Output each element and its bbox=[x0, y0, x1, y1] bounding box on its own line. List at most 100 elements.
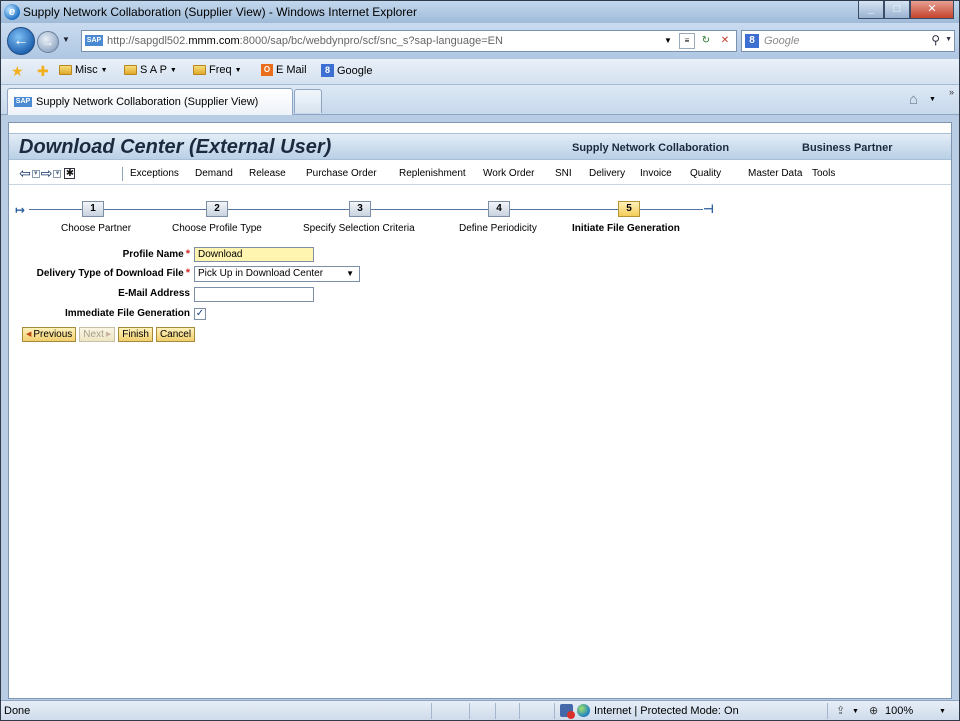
page-title: Download Center (External User) bbox=[19, 136, 332, 158]
recent-pages-dropdown[interactable]: ▼ bbox=[62, 35, 70, 44]
roadmap-label-2[interactable]: Choose Profile Type bbox=[172, 223, 262, 234]
favorite-google[interactable]: 8 Google bbox=[321, 64, 372, 77]
roadmap-step-4[interactable]: 4 bbox=[488, 201, 510, 217]
search-icon[interactable]: ⚲ bbox=[931, 33, 940, 47]
tab-label: Supply Network Collaboration (Supplier V… bbox=[36, 96, 259, 108]
roadmap: ↦ 1 Choose Partner 2 Choose Profile Type… bbox=[9, 197, 951, 239]
roadmap-label-3[interactable]: Specify Selection Criteria bbox=[303, 223, 415, 234]
menu-item-replenishment[interactable]: Replenishment bbox=[399, 168, 466, 179]
zoom-level[interactable]: 100% bbox=[885, 705, 913, 717]
maximize-button[interactable]: □ bbox=[884, 1, 910, 19]
favorite-misc[interactable]: Misc ▼ bbox=[59, 64, 108, 76]
favorites-bar: ★ ✚ Misc ▼ S A P ▼ Freq ▼ OE Mail 8 Google bbox=[1, 59, 959, 85]
home-dropdown-icon[interactable]: ▼ bbox=[929, 96, 936, 103]
compatibility-view-icon[interactable]: ≡ bbox=[679, 33, 695, 49]
tab-snc[interactable]: SAP Supply Network Collaboration (Suppli… bbox=[7, 88, 293, 115]
menu-item-invoice[interactable]: Invoice bbox=[640, 168, 672, 179]
status-divider bbox=[519, 703, 520, 719]
more-tools-chevron-icon[interactable]: » bbox=[949, 87, 954, 97]
profile-name-label: Profile Name * bbox=[122, 248, 190, 260]
favorite-sap[interactable]: S A P ▼ bbox=[124, 64, 177, 76]
chevron-down-icon: ▼ bbox=[346, 269, 354, 278]
roadmap-step-2[interactable]: 2 bbox=[206, 201, 228, 217]
header-link-business-partner[interactable]: Business Partner bbox=[802, 142, 892, 154]
roadmap-label-4[interactable]: Define Periodicity bbox=[459, 223, 537, 234]
menu-item-sni[interactable]: SNI bbox=[555, 168, 572, 179]
favorite-email[interactable]: OE Mail bbox=[261, 64, 307, 76]
address-bar[interactable]: SAP http://sapgdl502.mmm.com:8000/sap/bc… bbox=[81, 30, 737, 52]
title-bar: e Supply Network Collaboration (Supplier… bbox=[1, 1, 959, 23]
status-divider bbox=[554, 703, 555, 719]
roadmap-step-1[interactable]: 1 bbox=[82, 201, 104, 217]
history-forward-dropdown-icon[interactable]: ▾ bbox=[53, 169, 62, 178]
menu-separator bbox=[122, 167, 123, 181]
forward-button[interactable]: → bbox=[37, 31, 59, 53]
roadmap-end-icon: ⊣ bbox=[703, 202, 714, 216]
security-zone-text[interactable]: Internet | Protected Mode: On bbox=[594, 705, 739, 717]
chevron-down-icon: ▼ bbox=[100, 66, 108, 74]
new-tab-button[interactable] bbox=[294, 89, 322, 113]
browser-window: e Supply Network Collaboration (Supplier… bbox=[0, 0, 960, 721]
favorites-center-button[interactable]: ★ bbox=[11, 64, 24, 78]
status-divider bbox=[827, 703, 828, 719]
zoom-dropdown-icon[interactable]: ▼ bbox=[939, 708, 946, 715]
roadmap-label-1[interactable]: Choose Partner bbox=[61, 223, 131, 234]
history-back-dropdown-icon[interactable]: ▾ bbox=[31, 169, 40, 178]
menu-item-master-data[interactable]: Master Data bbox=[748, 168, 802, 179]
search-box[interactable]: 8 Google ⚲ ▼ bbox=[741, 30, 955, 52]
roadmap-step-3[interactable]: 3 bbox=[349, 201, 371, 217]
history-forward-icon[interactable]: ⇨ bbox=[41, 165, 53, 182]
security-warning-icon[interactable] bbox=[560, 704, 575, 719]
roadmap-label-5[interactable]: Initiate File Generation bbox=[572, 223, 680, 234]
header-link-snc[interactable]: Supply Network Collaboration bbox=[572, 142, 729, 154]
refresh-icon[interactable]: ↻ bbox=[698, 33, 714, 49]
menu-item-work-order[interactable]: Work Order bbox=[483, 168, 535, 179]
favorites-star-icon: ★ bbox=[11, 63, 24, 79]
address-toolbar: ← → ▼ SAP http://sapgdl502.mmm.com:8000/… bbox=[1, 23, 959, 59]
finish-button[interactable]: Finish bbox=[118, 327, 153, 342]
status-divider bbox=[469, 703, 470, 719]
home-icon[interactable]: ⌂ bbox=[909, 91, 918, 108]
menu-item-release[interactable]: Release bbox=[249, 168, 286, 179]
google-icon: 8 bbox=[321, 64, 334, 77]
globe-icon bbox=[577, 704, 590, 717]
delivery-type-row: Delivery Type of Download File * Pick Up … bbox=[9, 266, 951, 282]
back-button[interactable]: ← bbox=[7, 27, 35, 55]
search-placeholder[interactable]: Google bbox=[764, 35, 799, 47]
email-row: E-Mail Address bbox=[9, 287, 951, 303]
immediate-generation-checkbox[interactable]: ✓ bbox=[194, 308, 206, 320]
add-to-favorites-bar-button[interactable]: ✚ bbox=[37, 64, 49, 78]
chevron-down-icon[interactable]: ▼ bbox=[852, 708, 859, 715]
email-input[interactable] bbox=[194, 287, 314, 302]
search-options-dropdown[interactable]: ▼ bbox=[945, 36, 952, 43]
menu-item-purchase-order[interactable]: Purchase Order bbox=[306, 168, 377, 179]
protected-mode-icon[interactable]: ⇪ bbox=[836, 704, 845, 717]
address-dropdown-icon[interactable]: ▼ bbox=[660, 33, 676, 49]
stop-icon[interactable]: ✕ bbox=[717, 33, 733, 49]
menu-bar: ⇦ ▾ ⇨ ▾ ✱ Exceptions Demand Release Purc… bbox=[9, 163, 951, 185]
status-bar: Done Internet | Protected Mode: On ⇪ ▼ ⊕… bbox=[1, 700, 959, 720]
menu-item-delivery[interactable]: Delivery bbox=[589, 168, 625, 179]
profile-name-input[interactable]: Download bbox=[194, 247, 314, 262]
required-indicator: * bbox=[185, 267, 190, 279]
window-title: Supply Network Collaboration (Supplier V… bbox=[23, 5, 417, 19]
delivery-type-select[interactable]: Pick Up in Download Center ▼ bbox=[194, 266, 360, 282]
history-back-icon[interactable]: ⇦ bbox=[19, 165, 31, 182]
menu-item-quality[interactable]: Quality bbox=[690, 168, 721, 179]
cancel-button[interactable]: Cancel bbox=[155, 327, 196, 342]
menu-item-tools[interactable]: Tools bbox=[812, 168, 835, 179]
history-navigation: ⇦ ▾ ⇨ ▾ ✱ bbox=[19, 165, 76, 182]
menu-item-demand[interactable]: Demand bbox=[195, 168, 233, 179]
previous-button[interactable]: ◀ Previous bbox=[22, 327, 77, 342]
next-button: Next ▶ bbox=[79, 327, 116, 342]
menu-item-exceptions[interactable]: Exceptions bbox=[130, 168, 179, 179]
zoom-icon[interactable]: ⊕ bbox=[869, 704, 878, 717]
close-button[interactable]: ✕ bbox=[910, 1, 954, 19]
minimize-button[interactable]: _ bbox=[858, 1, 884, 19]
roadmap-step-5[interactable]: 5 bbox=[618, 201, 640, 217]
triangle-left-icon: ◀ bbox=[26, 331, 32, 338]
triangle-right-icon: ▶ bbox=[105, 331, 112, 338]
favorite-freq[interactable]: Freq ▼ bbox=[193, 64, 242, 76]
address-url[interactable]: http://sapgdl502.mmm.com:8000/sap/bc/web… bbox=[107, 35, 503, 47]
history-list-icon[interactable]: ✱ bbox=[64, 168, 76, 179]
